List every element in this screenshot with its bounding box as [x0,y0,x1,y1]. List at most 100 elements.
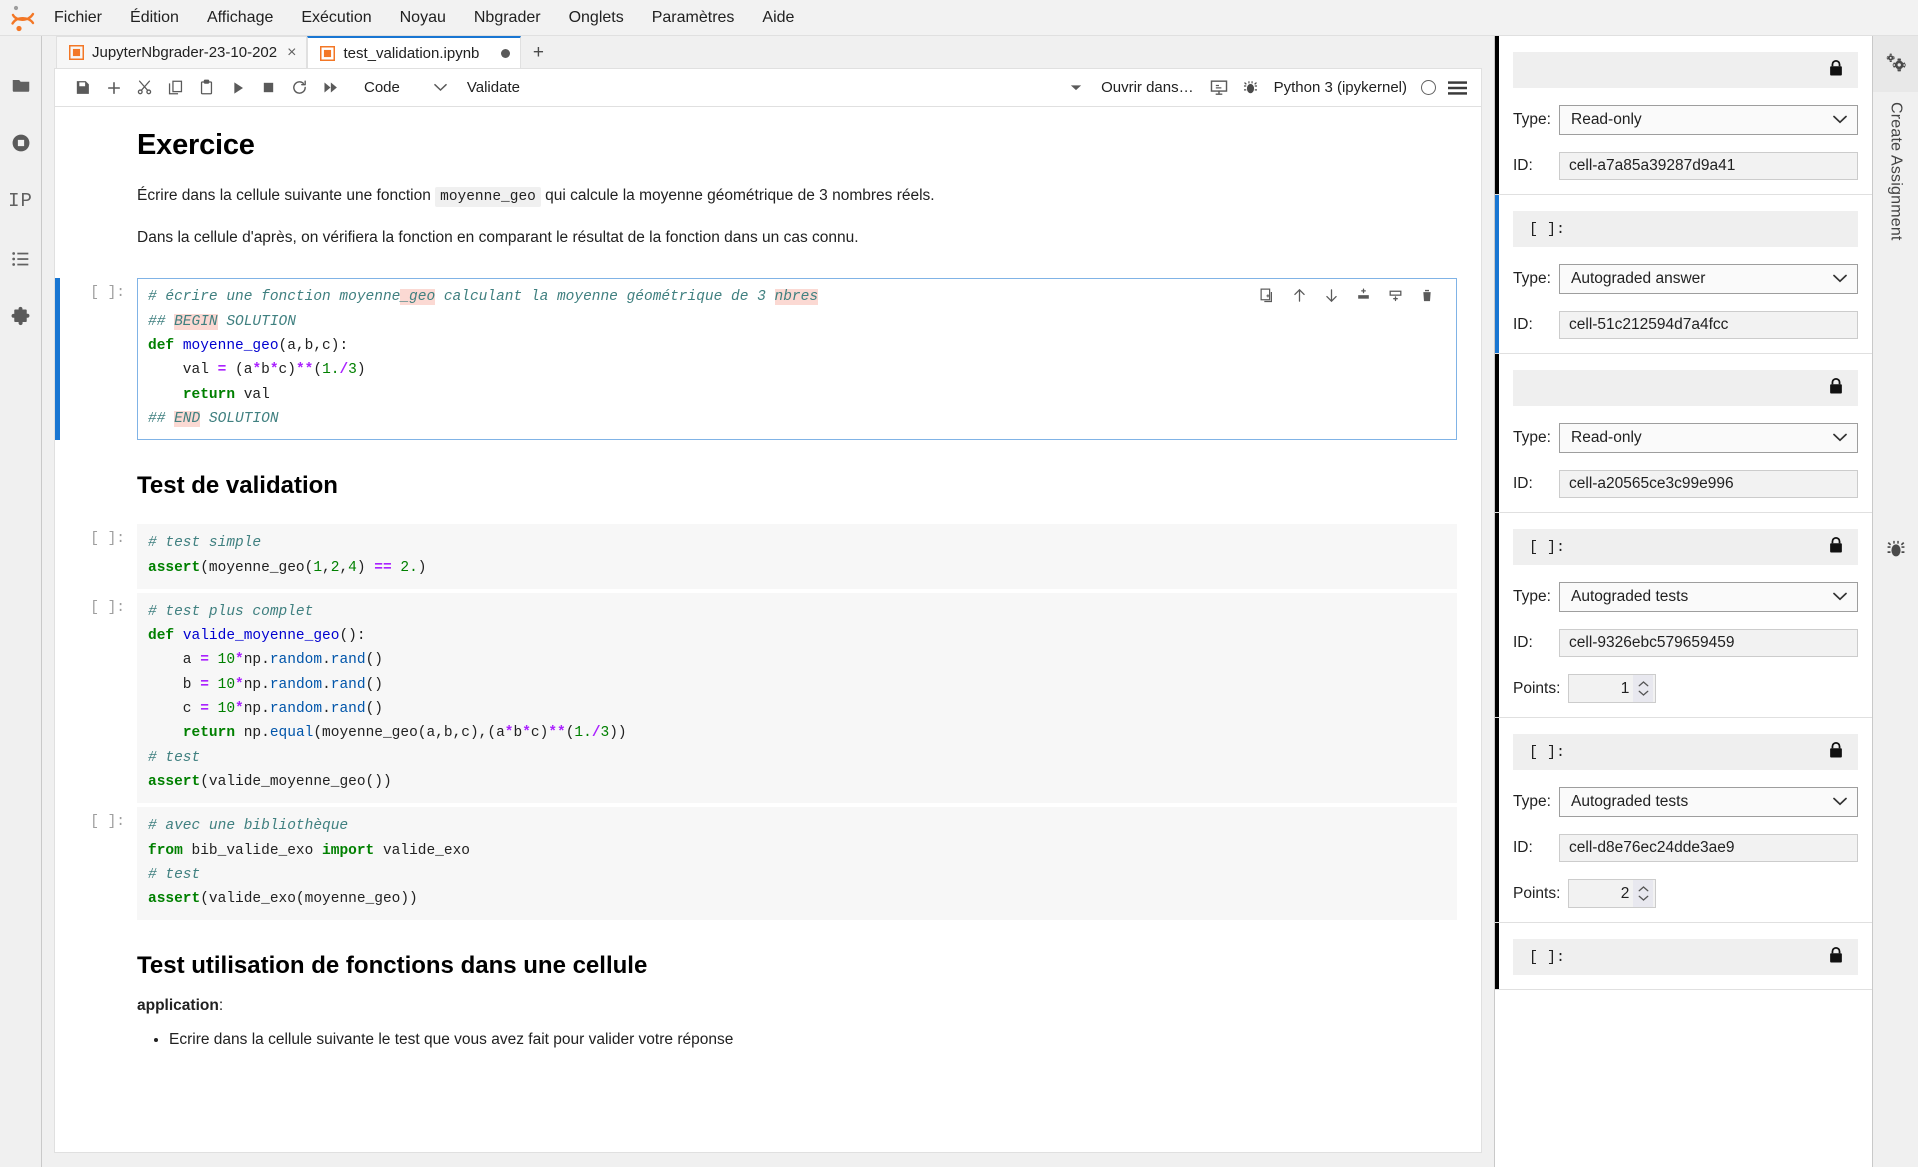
open-in-button[interactable]: Ouvrir dans… [1091,79,1204,96]
cell-id-input[interactable]: cell-d8e76ec24dde3ae9 [1559,834,1858,862]
cell-prompt: [ ]: [90,599,125,616]
markdown-cell[interactable]: Test de validation [55,444,1481,520]
code-cell-solution[interactable]: [ ]: # écrire une fonction moyenne_geo c… [55,278,1481,441]
code-cell-bibliotheque[interactable]: [ ]: # avec une bibliothèque from bib_va… [55,807,1481,921]
unsaved-changes-dot-icon[interactable] [501,48,511,58]
code-editor[interactable]: # test plus complet def valide_moyenne_g… [137,592,1457,804]
notebook-scroll-area[interactable]: Exercice Écrire dans la cellule suivante… [55,107,1481,1152]
sidebar-item-extension-manager[interactable] [0,288,42,346]
close-icon[interactable]: × [285,44,296,61]
lock-icon [1828,741,1844,764]
cell-type-dropdown[interactable]: Read-only [1559,105,1858,135]
code-cell-test-complet[interactable]: [ ]: # test plus complet def valide_moye… [55,592,1481,804]
sidebar-item-running-sessions[interactable] [0,114,42,172]
duplicate-cell-icon[interactable] [1256,284,1278,306]
cell-prompt: [ ]: [90,814,125,831]
menu-onglets[interactable]: Onglets [555,0,638,36]
stop-icon[interactable] [253,73,284,103]
cell-type-value: Read-only [1571,429,1642,446]
id-label: ID: [1513,316,1533,333]
menu-fichier[interactable]: Fichier [40,0,116,36]
ip-label: IP [8,190,33,212]
menu-parametres[interactable]: Paramètres [638,0,749,36]
chevron-down-icon [1833,111,1847,129]
cell-prompt: [ ]: [1529,743,1566,761]
copy-icon[interactable] [160,73,191,103]
debugger-bug-icon[interactable] [1235,73,1266,103]
open-in-caret-icon[interactable] [1060,73,1091,103]
cell-prompt: [ ]: [1529,538,1566,556]
restart-run-all-icon[interactable] [315,73,346,103]
menu-noyau[interactable]: Noyau [386,0,460,36]
cell-prompt [55,930,137,1053]
cell-type-dropdown[interactable]: Autograded tests [1559,787,1858,817]
type-label: Type: [1513,588,1551,605]
cell-type-select[interactable]: Code [352,75,457,101]
menu-affichage[interactable]: Affichage [193,0,287,36]
cell-points-row: Points: 2 [1513,879,1858,908]
code-editor[interactable]: # test simple assert(moyenne_geo(1,2,4) … [137,524,1457,589]
validate-button[interactable]: Validate [457,79,530,96]
save-icon[interactable] [67,73,98,103]
markdown-cell[interactable]: Test utilisation de fonctions dans une c… [55,924,1481,1059]
menu-nbgrader[interactable]: Nbgrader [460,0,555,36]
jupyter-logo-icon [6,3,40,33]
intro-paragraph-2: Dans la cellule d'après, on vérifiera la… [137,229,859,247]
presentation-icon[interactable] [1204,73,1235,103]
lock-icon [1828,536,1844,559]
stepper-arrows-icon[interactable] [1633,880,1654,907]
create-assignment-label[interactable]: Create Assignment [1887,92,1905,251]
hamburger-menu-icon[interactable] [1442,73,1473,103]
restart-kernel-icon[interactable] [284,73,315,103]
code-cell-test-simple[interactable]: [ ]: # test simple assert(moyenne_geo(1,… [55,524,1481,589]
new-tab-button[interactable]: + [521,38,556,68]
cell-accent-bar [1495,923,1499,989]
nbgrader-cell-block: [ ]: [1495,923,1872,990]
clipboard-icon[interactable] [191,73,222,103]
menu-edition[interactable]: Édition [116,0,193,36]
cell-id-input[interactable]: cell-a20565ce3c99e996 [1559,470,1858,498]
code-editor[interactable]: # avec une bibliothèque from bib_valide_… [137,807,1457,921]
sidebar-item-ipython-commands[interactable]: IP [0,172,42,230]
right-sidebar: Create Assignment [1872,36,1918,1167]
tab-jupyternbgrader[interactable]: JupyterNbgrader-23-10-202 × [56,36,308,68]
nbgrader-cell-block: Type: Read-only ID: cell-a7a85a39287d9a4… [1495,36,1872,195]
scissors-icon[interactable] [129,73,160,103]
insert-cell-icon[interactable] [98,73,129,103]
cell-id-input[interactable]: cell-51c212594d7a4fcc [1559,311,1858,339]
cell-type-row: Type: Autograded tests [1513,787,1858,817]
cell-type-dropdown[interactable]: Autograded answer [1559,264,1858,294]
markdown-body: Exercice Écrire dans la cellule suivante… [137,113,975,268]
points-stepper[interactable]: 1 [1568,674,1657,703]
notebook-icon [320,45,336,61]
run-icon[interactable] [222,73,253,103]
points-stepper[interactable]: 2 [1568,879,1657,908]
insert-cell-below-icon[interactable] [1384,284,1406,306]
cell-points-row: Points: 1 [1513,674,1858,703]
section-heading-test-utilisation: Test utilisation de fonctions dans une c… [137,952,648,980]
sidebar-item-table-of-contents[interactable] [0,230,42,288]
menu-aide[interactable]: Aide [748,0,808,36]
move-cell-down-icon[interactable] [1320,284,1342,306]
move-cell-up-icon[interactable] [1288,284,1310,306]
text-after-code: qui calcule la moyenne géométrique de 3 … [540,187,935,204]
cell-id-input[interactable]: cell-a7a85a39287d9a41 [1559,152,1858,180]
code-editor[interactable]: # écrire une fonction moyenne_geo calcul… [137,278,1457,441]
kernel-name-label[interactable]: Python 3 (ipykernel) [1266,79,1415,96]
cell-id-row: ID: cell-a20565ce3c99e996 [1513,470,1858,498]
delete-cell-icon[interactable] [1416,284,1438,306]
create-assignment-icon[interactable] [1872,36,1918,92]
cell-type-dropdown[interactable]: Read-only [1559,423,1858,453]
menu-execution[interactable]: Exécution [287,0,385,36]
insert-cell-above-icon[interactable] [1352,284,1374,306]
sidebar-item-file-browser[interactable] [0,56,42,114]
cell-type-row: Type: Read-only [1513,105,1858,135]
nbgrader-cell-header [1513,370,1858,406]
cell-type-dropdown[interactable]: Autograded tests [1559,582,1858,612]
debugger-icon[interactable] [1873,521,1918,577]
stepper-arrows-icon[interactable] [1633,675,1654,702]
cell-id-row: ID: cell-9326ebc579659459 [1513,629,1858,657]
cell-id-input[interactable]: cell-9326ebc579659459 [1559,629,1858,657]
markdown-cell[interactable]: Exercice Écrire dans la cellule suivante… [55,107,1481,274]
tab-test-validation[interactable]: test_validation.ipynb [307,36,522,68]
